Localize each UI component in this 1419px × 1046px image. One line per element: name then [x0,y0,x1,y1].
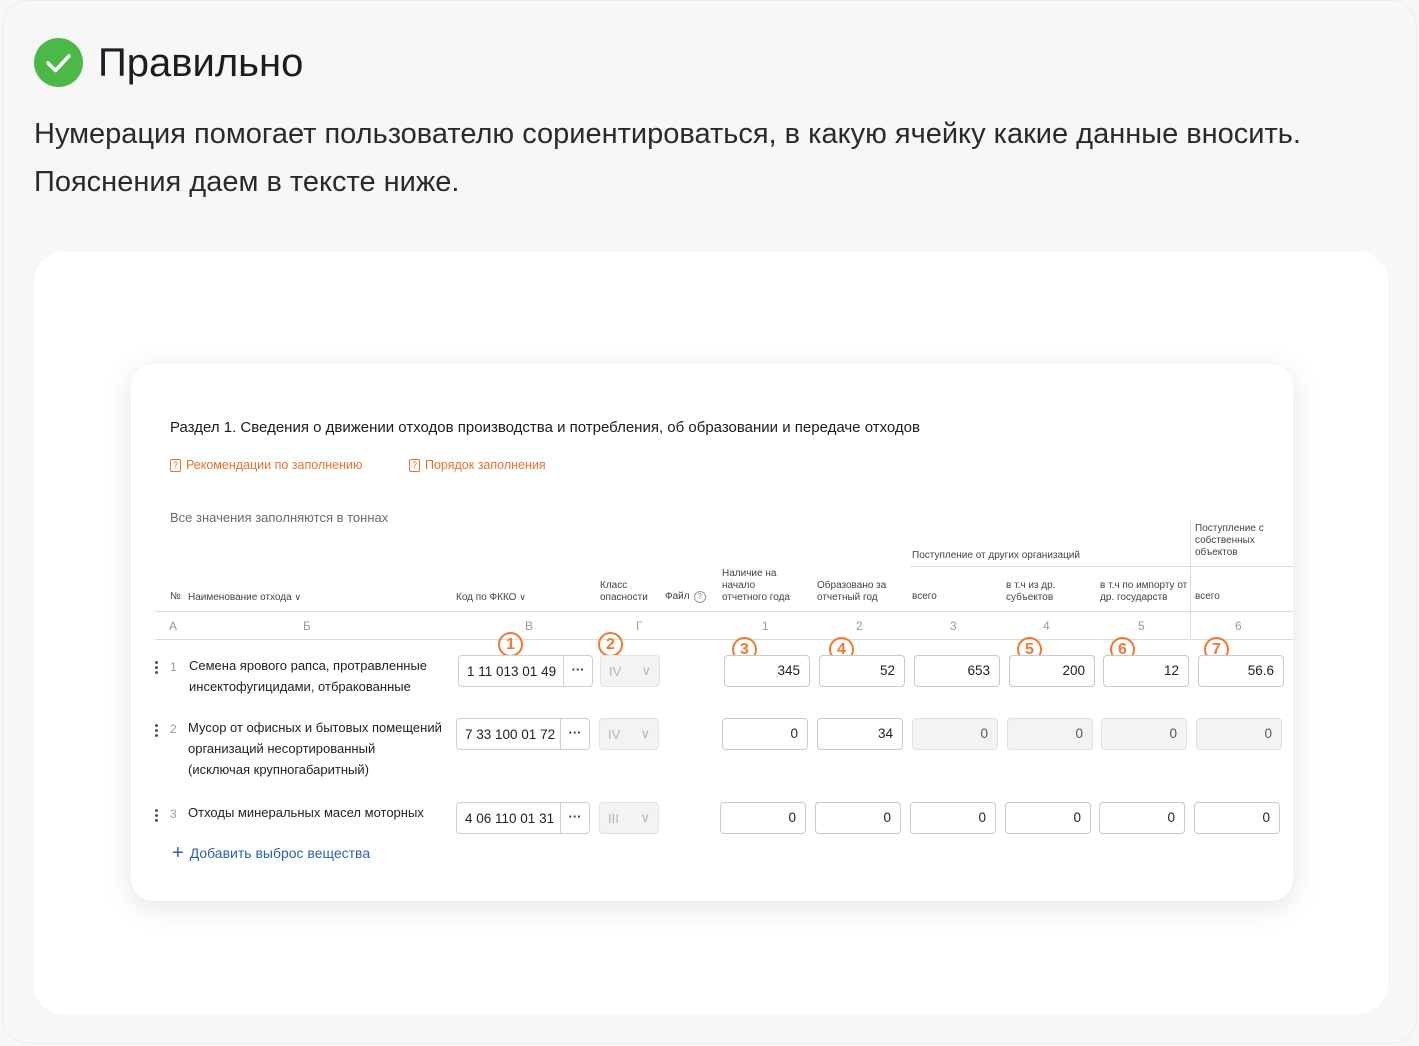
value-own-total: 0 [1196,718,1282,750]
col-index-2: 2 [856,619,863,633]
row-name-line: Отходы минеральных масел моторных [188,805,424,820]
row-name-line: инсектофугицидами, отбракованные [189,679,411,694]
value-subjects[interactable]: 0 [1005,802,1091,834]
header-file-label: Файл [665,591,690,602]
add-substance-label: Добавить выброс вещества [189,845,371,861]
row-name: Отходы минеральных масел моторных [188,802,424,823]
value-import[interactable]: 0 [1099,802,1185,834]
value-start[interactable]: 0 [722,718,808,750]
chevron-down-icon: ∨ [641,663,651,678]
chevron-down-icon: ∨ [294,592,302,602]
col-index-v: В [525,619,534,633]
row-menu-icon[interactable] [155,809,159,824]
chevron-down-icon: ∨ [640,810,650,825]
col-index-3: 3 [950,619,957,633]
value-formed[interactable]: 34 [817,718,903,750]
value-own-total[interactable]: 56.6 [1198,655,1284,687]
fkko-code-field[interactable]: 1 11 013 01 49 ··· [458,655,593,687]
check-circle-icon [34,38,83,87]
marker-1: 1 [498,632,523,657]
value-start[interactable]: 345 [724,655,810,687]
group-header-incoming-own: Поступление с собственных объектов [1195,523,1264,558]
order-link-label: Порядок заполнения [425,458,546,472]
header-hazard: Класс опасности [600,580,648,603]
help-doc-icon: ? [170,458,181,472]
header-import: в т.ч по импорту от др. государств [1100,580,1188,603]
header-start: Наличие на начало отчетного года [722,568,790,603]
hazard-class-select[interactable]: IV ∨ [600,655,660,687]
hazard-class-select[interactable]: IV ∨ [599,718,659,750]
header-code-label: Код по ФККО [456,592,517,603]
row-menu-icon[interactable] [155,661,159,676]
order-link[interactable]: ? Порядок заполнения [409,458,546,472]
chevron-down-icon: ∨ [640,726,650,741]
value-formed[interactable]: 0 [815,802,901,834]
question-icon[interactable]: ? [693,591,706,603]
row-name-line: (исключая крупногабаритный) [188,762,369,777]
fkko-code-value: 1 11 013 01 49 [467,663,557,679]
value-start[interactable]: 0 [720,802,806,834]
row-menu-icon[interactable] [155,724,159,739]
value-subjects[interactable]: 200 [1009,655,1095,687]
hazard-class-select[interactable]: III ∨ [599,802,659,834]
row-name: Семена ярового рапса, протравленные инсе… [189,655,427,697]
value-import[interactable]: 12 [1103,655,1189,687]
header-own-total: всего [1195,591,1220,602]
more-icon[interactable]: ··· [560,719,589,749]
row-name-line: Мусор от офисных и бытовых помещений [188,720,442,735]
group-header-incoming-other: Поступление от других организаций [912,550,1080,561]
header-subjects: в т.ч из др. субъектов [1006,580,1056,603]
row-name: Мусор от офисных и бытовых помещений орг… [188,717,442,780]
marker-2: 2 [598,632,623,657]
section-title: Раздел 1. Сведения о движении отходов пр… [170,419,920,436]
row-name-line: организаций несортированный [188,741,376,756]
header-total: всего [912,591,937,602]
row-number: 1 [170,660,177,674]
more-icon[interactable]: ··· [560,803,589,833]
value-total[interactable]: 0 [910,802,996,834]
header-formed: Образовано за отчетный год [817,580,887,603]
value-subjects: 0 [1007,718,1093,750]
recommendations-link[interactable]: ? Рекомендации по заполнению [170,458,362,472]
col-index-g: Г [636,619,643,633]
value-own-total[interactable]: 0 [1194,802,1280,834]
chevron-down-icon: ∨ [519,592,526,602]
fkko-code-value: 4 06 110 01 31 [465,810,555,826]
value-total: 0 [912,718,998,750]
form-card: Раздел 1. Сведения о движении отходов пр… [131,364,1293,901]
col-index-1: 1 [762,619,769,633]
header-name-label: Наименование отхода [188,592,292,603]
header-name[interactable]: Наименование отхода ∨ [188,591,301,604]
hazard-class-value: III [608,810,619,826]
value-formed[interactable]: 52 [819,655,905,687]
description-text: Нумерация помогает пользователю сориенти… [34,118,1301,198]
col-index-5: 5 [1138,619,1145,633]
units-note: Все значения заполняются в тоннах [170,510,389,525]
header-code[interactable]: Код по ФККО ∨ [456,591,526,604]
col-index-b: Б [303,619,311,633]
header-no: № [170,591,181,602]
fkko-code-field[interactable]: 7 33 100 01 72 ··· [456,718,590,750]
value-total[interactable]: 653 [914,655,1000,687]
help-doc-icon: ? [409,458,420,472]
row-number: 2 [170,722,177,736]
value-import: 0 [1101,718,1187,750]
header-file: Файл ? [665,591,706,603]
more-icon[interactable]: ··· [563,656,592,686]
fkko-code-value: 7 33 100 01 72 [465,726,556,742]
status-title: Правильно [98,41,304,85]
add-substance-button[interactable]: + Добавить выброс вещества [172,842,371,864]
plus-icon: + [172,842,184,864]
fkko-code-field[interactable]: 4 06 110 01 31 ··· [456,802,590,834]
recommendations-link-label: Рекомендации по заполнению [186,458,363,472]
col-index-6: 6 [1235,619,1242,633]
col-index-a: А [169,619,178,633]
row-name-line: Семена ярового рапса, протравленные [189,658,428,673]
hazard-class-value: IV [608,726,621,742]
row-number: 3 [170,807,177,821]
hazard-class-value: IV [609,663,622,679]
col-index-4: 4 [1043,619,1050,633]
